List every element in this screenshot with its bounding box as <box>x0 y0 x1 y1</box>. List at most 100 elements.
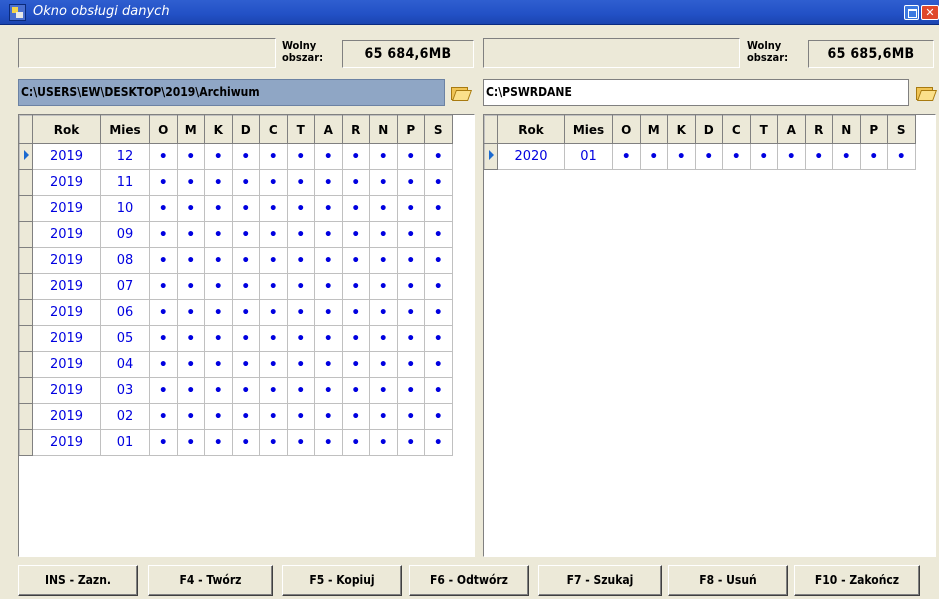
table-row[interactable]: 2019 09 • • • • • • • • • • • <box>19 221 453 248</box>
column-header-n[interactable]: N <box>832 115 861 144</box>
month-cell: 05 <box>100 325 150 352</box>
left-path-field[interactable]: C:\USERS\EW\DESKTOP\2019\Archiwum <box>18 79 445 106</box>
flag-cell: • <box>314 403 343 430</box>
column-header-o[interactable]: O <box>149 115 178 144</box>
right-folder-icon[interactable] <box>913 81 935 104</box>
column-header-mies[interactable]: Mies <box>100 115 150 144</box>
flag-cell: • <box>204 273 233 300</box>
title-bar[interactable]: Okno obsługi danych ✕ <box>0 0 939 25</box>
table-row[interactable]: 2019 05 • • • • • • • • • • • <box>19 325 453 352</box>
column-header-o[interactable]: O <box>612 115 641 144</box>
flag-cell: • <box>369 169 398 196</box>
column-header-a[interactable]: A <box>314 115 343 144</box>
column-header-t[interactable]: T <box>749 115 778 144</box>
column-header-s[interactable]: S <box>887 115 916 144</box>
flag-cell: • <box>204 299 233 326</box>
year-cell: 2019 <box>32 299 101 326</box>
flag-cell: • <box>341 195 370 222</box>
flag-cell: • <box>259 377 288 404</box>
table-row[interactable]: 2019 03 • • • • • • • • • • • <box>19 377 453 404</box>
column-header-k[interactable]: K <box>667 115 696 144</box>
flag-cell: • <box>396 221 425 248</box>
flag-cell: • <box>369 377 398 404</box>
table-row[interactable]: 2019 08 • • • • • • • • • • • <box>19 247 453 274</box>
flag-cell: • <box>341 351 370 378</box>
year-cell: 2019 <box>32 429 101 456</box>
year-cell: 2019 <box>32 403 101 430</box>
column-header-r[interactable]: R <box>804 115 833 144</box>
row-indicator[interactable] <box>19 273 33 300</box>
flag-cell: • <box>204 403 233 430</box>
flag-cell: • <box>396 429 425 456</box>
current-row-indicator[interactable] <box>19 143 33 170</box>
row-indicator[interactable] <box>19 429 33 456</box>
right-status-field <box>483 38 740 68</box>
close-button[interactable]: ✕ <box>921 5 939 20</box>
flag-cell: • <box>341 169 370 196</box>
column-header-t[interactable]: T <box>286 115 315 144</box>
f8-delete-button[interactable]: F8 - Usuń <box>668 565 788 596</box>
table-row[interactable]: 2019 04 • • • • • • • • • • • <box>19 351 453 378</box>
right-file-grid[interactable]: Rok Mies O M K D C T A R N P S 2020 01 • • • • • • • • • • • <box>483 114 936 557</box>
left-folder-icon[interactable] <box>448 81 470 104</box>
row-indicator[interactable] <box>19 247 33 274</box>
month-cell: 03 <box>100 377 150 404</box>
flag-cell: • <box>286 325 315 352</box>
ins-mark-button[interactable]: INS - Zazn. <box>18 565 138 596</box>
flag-cell: • <box>204 221 233 248</box>
row-indicator[interactable] <box>19 169 33 196</box>
row-indicator[interactable] <box>19 377 33 404</box>
column-header-m[interactable]: M <box>176 115 205 144</box>
table-row[interactable]: 2019 07 • • • • • • • • • • • <box>19 273 453 300</box>
flag-cell: • <box>694 143 723 170</box>
table-row[interactable]: 2019 11 • • • • • • • • • • • <box>19 169 453 196</box>
table-row[interactable]: 2020 01 • • • • • • • • • • • <box>484 143 916 170</box>
row-indicator[interactable] <box>19 195 33 222</box>
table-row[interactable]: 2019 02 • • • • • • • • • • • <box>19 403 453 430</box>
flag-cell: • <box>314 273 343 300</box>
f5-copy-button[interactable]: F5 - Kopiuj <box>282 565 402 596</box>
row-indicator[interactable] <box>19 403 33 430</box>
month-cell: 12 <box>100 143 150 170</box>
flag-cell: • <box>341 299 370 326</box>
column-header-rok[interactable]: Rok <box>32 115 101 144</box>
flag-cell: • <box>832 143 861 170</box>
column-header-p[interactable]: P <box>396 115 425 144</box>
table-row[interactable]: 2019 06 • • • • • • • • • • • <box>19 299 453 326</box>
flag-cell: • <box>149 143 178 170</box>
row-indicator[interactable] <box>19 299 33 326</box>
column-header-s[interactable]: S <box>424 115 453 144</box>
right-free-space: 65 685,6MB <box>808 40 934 68</box>
column-header-n[interactable]: N <box>369 115 398 144</box>
right-path-field[interactable]: C:\PSWRDANE <box>483 79 909 106</box>
column-header-p[interactable]: P <box>859 115 888 144</box>
column-header-m[interactable]: M <box>639 115 668 144</box>
row-indicator-header <box>484 115 498 144</box>
left-file-grid[interactable]: Rok Mies O M K D C T A R N P S 2019 12 • • • • • • • • • • • 2019… <box>18 114 475 557</box>
column-header-d[interactable]: D <box>231 115 260 144</box>
table-row[interactable]: 2019 01 • • • • • • • • • • • <box>19 429 453 456</box>
column-header-k[interactable]: K <box>204 115 233 144</box>
column-header-mies[interactable]: Mies <box>564 115 613 144</box>
current-row-indicator[interactable] <box>484 143 498 170</box>
row-indicator[interactable] <box>19 351 33 378</box>
column-header-d[interactable]: D <box>694 115 723 144</box>
maximize-button[interactable] <box>904 5 919 20</box>
flag-cell: • <box>286 273 315 300</box>
table-row[interactable]: 2019 12 • • • • • • • • • • • <box>19 143 453 170</box>
column-header-r[interactable]: R <box>341 115 370 144</box>
table-row[interactable]: 2019 10 • • • • • • • • • • • <box>19 195 453 222</box>
flag-cell: • <box>341 377 370 404</box>
column-header-c[interactable]: C <box>722 115 751 144</box>
row-indicator[interactable] <box>19 221 33 248</box>
f7-search-button[interactable]: F7 - Szukaj <box>538 565 662 596</box>
f10-exit-button[interactable]: F10 - Zakończ <box>794 565 920 596</box>
column-header-a[interactable]: A <box>777 115 806 144</box>
f6-restore-button[interactable]: F6 - Odtwórz <box>409 565 529 596</box>
flag-cell: • <box>149 377 178 404</box>
column-header-rok[interactable]: Rok <box>497 115 565 144</box>
flag-cell: • <box>369 429 398 456</box>
row-indicator[interactable] <box>19 325 33 352</box>
f4-create-button[interactable]: F4 - Twórz <box>148 565 273 596</box>
column-header-c[interactable]: C <box>259 115 288 144</box>
